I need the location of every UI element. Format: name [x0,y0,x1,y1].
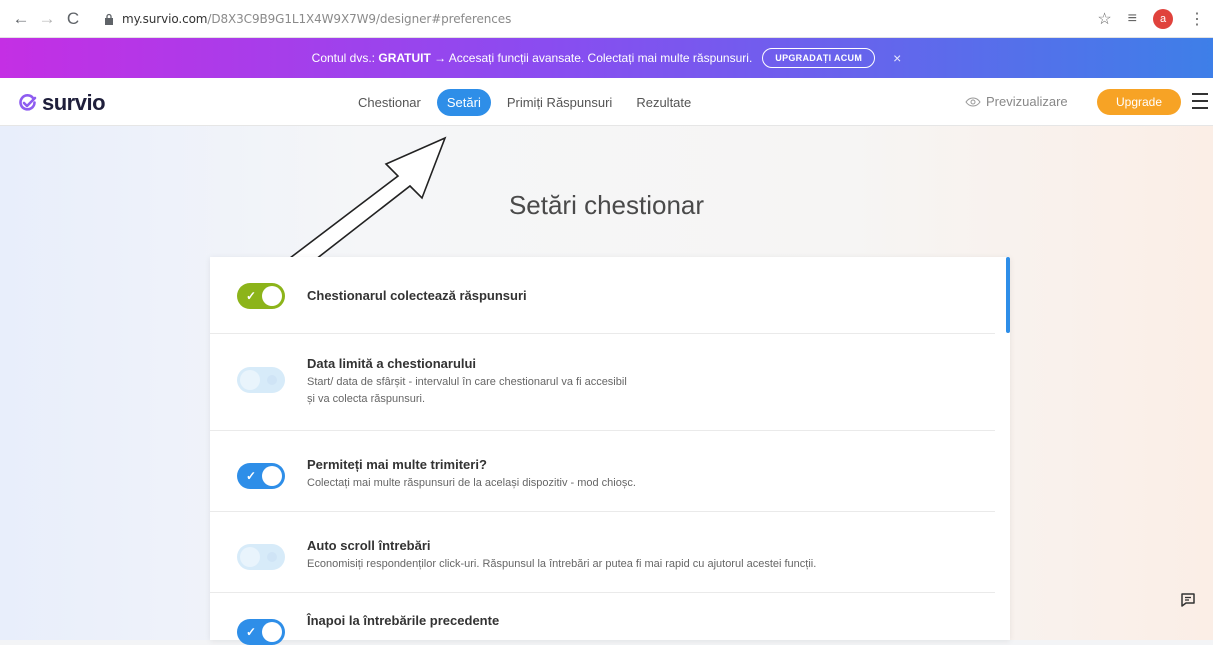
preview-label: Previzualizare [986,94,1068,109]
settings-card: ✓ Chestionarul colectează răspunsuri Dat… [210,257,1010,645]
setting-title: Data limită a chestionarului [307,356,477,371]
tab-rezultate[interactable]: Rezultate [628,90,699,115]
tab-primiti-raspunsuri[interactable]: Primiți Răspunsuri [499,90,620,115]
profile-initial: a [1159,13,1167,25]
toggle-multiple-submissions[interactable]: ✓ [237,463,285,489]
setting-row: Data limită a chestionarului Start/ data… [210,334,995,431]
promo-message: → Accesați funcții avansate. Colectați m… [430,51,753,65]
toggle-deadline[interactable] [237,367,285,393]
setting-row: ✓ Permiteți mai multe trimiteri? Colecta… [210,431,995,512]
tab-chestionar[interactable]: Chestionar [350,90,429,115]
setting-title: Înapoi la întrebările precedente [307,613,500,628]
toggle-auto-scroll[interactable] [237,544,285,570]
check-icon: ✓ [246,469,257,483]
setting-description: Colectați mai multe răspunsuri de la ace… [307,477,636,489]
reading-list-icon[interactable]: ≡ [1128,10,1137,28]
setting-description: Economisiți respondenților click-uri. Ră… [307,558,817,570]
hamburger-icon[interactable] [1192,93,1208,114]
survio-logo[interactable]: survio [18,90,106,116]
logo-text: survio [42,90,106,115]
url-path: /D8X3C9B9G1L1X4W9X7W9/designer#preferenc… [207,11,512,26]
tab-setari[interactable]: Setări [436,89,491,116]
star-icon[interactable]: ☆ [1097,9,1111,29]
close-promo-icon[interactable]: × [893,50,901,66]
page-title: Setări chestionar [508,190,705,220]
setting-description: Start/ data de sfârșit - intervalul în c… [307,376,627,405]
setting-row: ✓ Înapoi la întrebările precedente [210,593,995,645]
browser-toolbar: ← → C my.survio.com/D8X3C9B9G1L1X4W9X7W9… [0,0,1213,38]
setting-title: Permiteți mai multe trimiteri? [307,457,487,472]
scrollbar[interactable] [1006,257,1010,333]
upgrade-button[interactable]: Upgrade [1097,89,1181,115]
setting-row: Auto scroll întrebări Economisiți respon… [210,512,995,593]
annotation-arrow-icon [288,136,447,272]
check-logo-icon [19,94,37,111]
reload-icon[interactable]: C [62,8,84,30]
url-host: my.survio.com [122,11,208,26]
eye-icon [965,96,981,107]
toggle-back-to-previous[interactable]: ✓ [237,619,285,645]
forward-arrow-icon[interactable]: → [36,8,58,30]
promo-plan: GRATUIT [378,51,431,65]
setting-title: Chestionarul colectează răspunsuri [307,288,527,303]
setting-row: ✓ Chestionarul colectează răspunsuri [210,257,995,334]
back-arrow-icon[interactable]: ← [10,8,32,30]
promo-prefix: Contul dvs.: [311,51,379,65]
lock-icon [102,12,116,26]
app-header: survio Chestionar Setări Primiți Răspuns… [0,78,1213,126]
check-icon: ✓ [246,625,257,639]
preview-button[interactable]: Previzualizare [965,94,1068,109]
address-bar[interactable]: my.survio.com/D8X3C9B9G1L1X4W9X7W9/desig… [122,12,511,26]
promo-text: Contul dvs.: GRATUIT → Accesați funcții … [312,51,753,65]
chat-icon[interactable] [1180,592,1196,608]
check-icon: ✓ [246,289,257,303]
setting-title: Auto scroll întrebări [307,538,431,553]
upgrade-now-button[interactable]: UPGRADAȚI ACUM [762,48,876,68]
main-tabs: Chestionar Setări Primiți Răspunsuri Rez… [350,89,707,116]
browser-menu-icon[interactable]: ⋮ [1189,9,1205,29]
promo-banner: Contul dvs.: GRATUIT → Accesați funcții … [0,38,1213,78]
profile-avatar[interactable]: a [1153,9,1173,29]
toggle-collect-responses[interactable]: ✓ [237,283,285,309]
